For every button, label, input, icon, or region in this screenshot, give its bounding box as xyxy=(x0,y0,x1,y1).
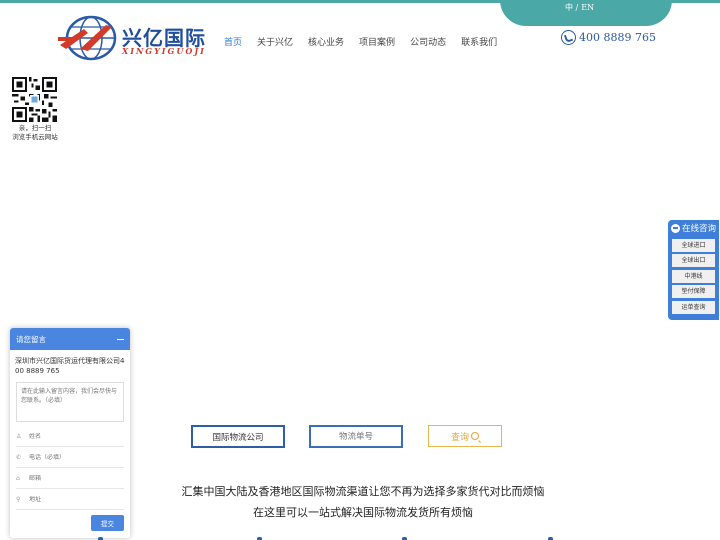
logo-text-en: XINGYIGUOJI xyxy=(122,46,206,56)
lang-en-link[interactable]: EN xyxy=(581,3,594,12)
qr-caption: 亲，扫一扫 浏览手机云网站 xyxy=(5,124,65,142)
language-switcher: 中 / EN xyxy=(565,2,597,13)
nav-cases[interactable]: 项目案例 xyxy=(359,35,395,48)
hotline: 400 8889 765 xyxy=(561,30,656,45)
consult-title[interactable]: 在线咨询 xyxy=(668,220,719,236)
side-item-tracking[interactable]: 运单查询 xyxy=(672,300,715,314)
message-content-input[interactable] xyxy=(16,382,124,422)
main-nav: 首页 关于兴亿 核心业务 项目案例 公司动态 联系我们 xyxy=(224,35,512,48)
company-select[interactable]: 国际物流公司 xyxy=(191,425,285,448)
message-widget-header[interactable]: 请您留言 xyxy=(10,328,130,350)
chat-icon xyxy=(670,223,680,233)
nav-about[interactable]: 关于兴亿 xyxy=(257,35,293,48)
nav-home[interactable]: 首页 xyxy=(224,35,242,48)
query-button[interactable]: 查询 xyxy=(428,425,502,447)
online-consult-panel: 在线咨询 全球进口 全球出口 中港线 垫付保障 运单查询 xyxy=(668,220,719,320)
minimize-icon[interactable] xyxy=(117,338,124,340)
search-icon xyxy=(471,432,479,440)
email-input[interactable] xyxy=(29,474,119,482)
qr-caption-line2: 浏览手机云网站 xyxy=(12,133,58,141)
message-company-info: 深圳市兴亿国际货运代理有限公司400 8889 765 xyxy=(15,357,125,375)
nav-business[interactable]: 核心业务 xyxy=(308,35,344,48)
side-item-global-import[interactable]: 全球进口 xyxy=(672,238,715,252)
slogan-line-2: 在这里可以一站式解决国际物流发货所有烦恼 xyxy=(253,506,473,519)
side-item-guarantee[interactable]: 垫付保障 xyxy=(672,285,715,298)
user-icon: ♙ xyxy=(16,432,22,440)
tracking-number-input[interactable] xyxy=(309,425,403,448)
hotline-number[interactable]: 400 8889 765 xyxy=(579,31,656,44)
home-icon: ⌂ xyxy=(16,474,20,482)
slogan-line-1: 汇集中国大陆及香港地区国际物流渠道让您不再为选择多家货代对比而烦恼 xyxy=(181,485,545,498)
phone-field-row: ✆ xyxy=(16,447,124,468)
qr-caption-line1: 亲，扫一扫 xyxy=(18,124,52,132)
phone-icon: ✆ xyxy=(16,453,22,461)
nav-contact[interactable]: 联系我们 xyxy=(461,35,497,48)
side-item-global-export[interactable]: 全球出口 xyxy=(672,254,715,267)
consult-title-label: 在线咨询 xyxy=(681,224,716,234)
side-item-china-hk[interactable]: 中港线 xyxy=(672,269,715,283)
globe-logo-icon xyxy=(58,15,117,61)
name-input[interactable] xyxy=(29,432,119,440)
nav-news[interactable]: 公司动态 xyxy=(410,35,446,48)
message-widget-title: 请您留言 xyxy=(16,334,46,344)
query-button-label: 查询 xyxy=(450,431,469,442)
name-field-row: ♙ xyxy=(16,426,124,447)
phone-input[interactable] xyxy=(29,453,119,461)
qr-code-icon xyxy=(12,77,57,122)
lang-zh-link[interactable]: 中 / xyxy=(565,3,578,12)
phone-icon xyxy=(561,30,576,45)
